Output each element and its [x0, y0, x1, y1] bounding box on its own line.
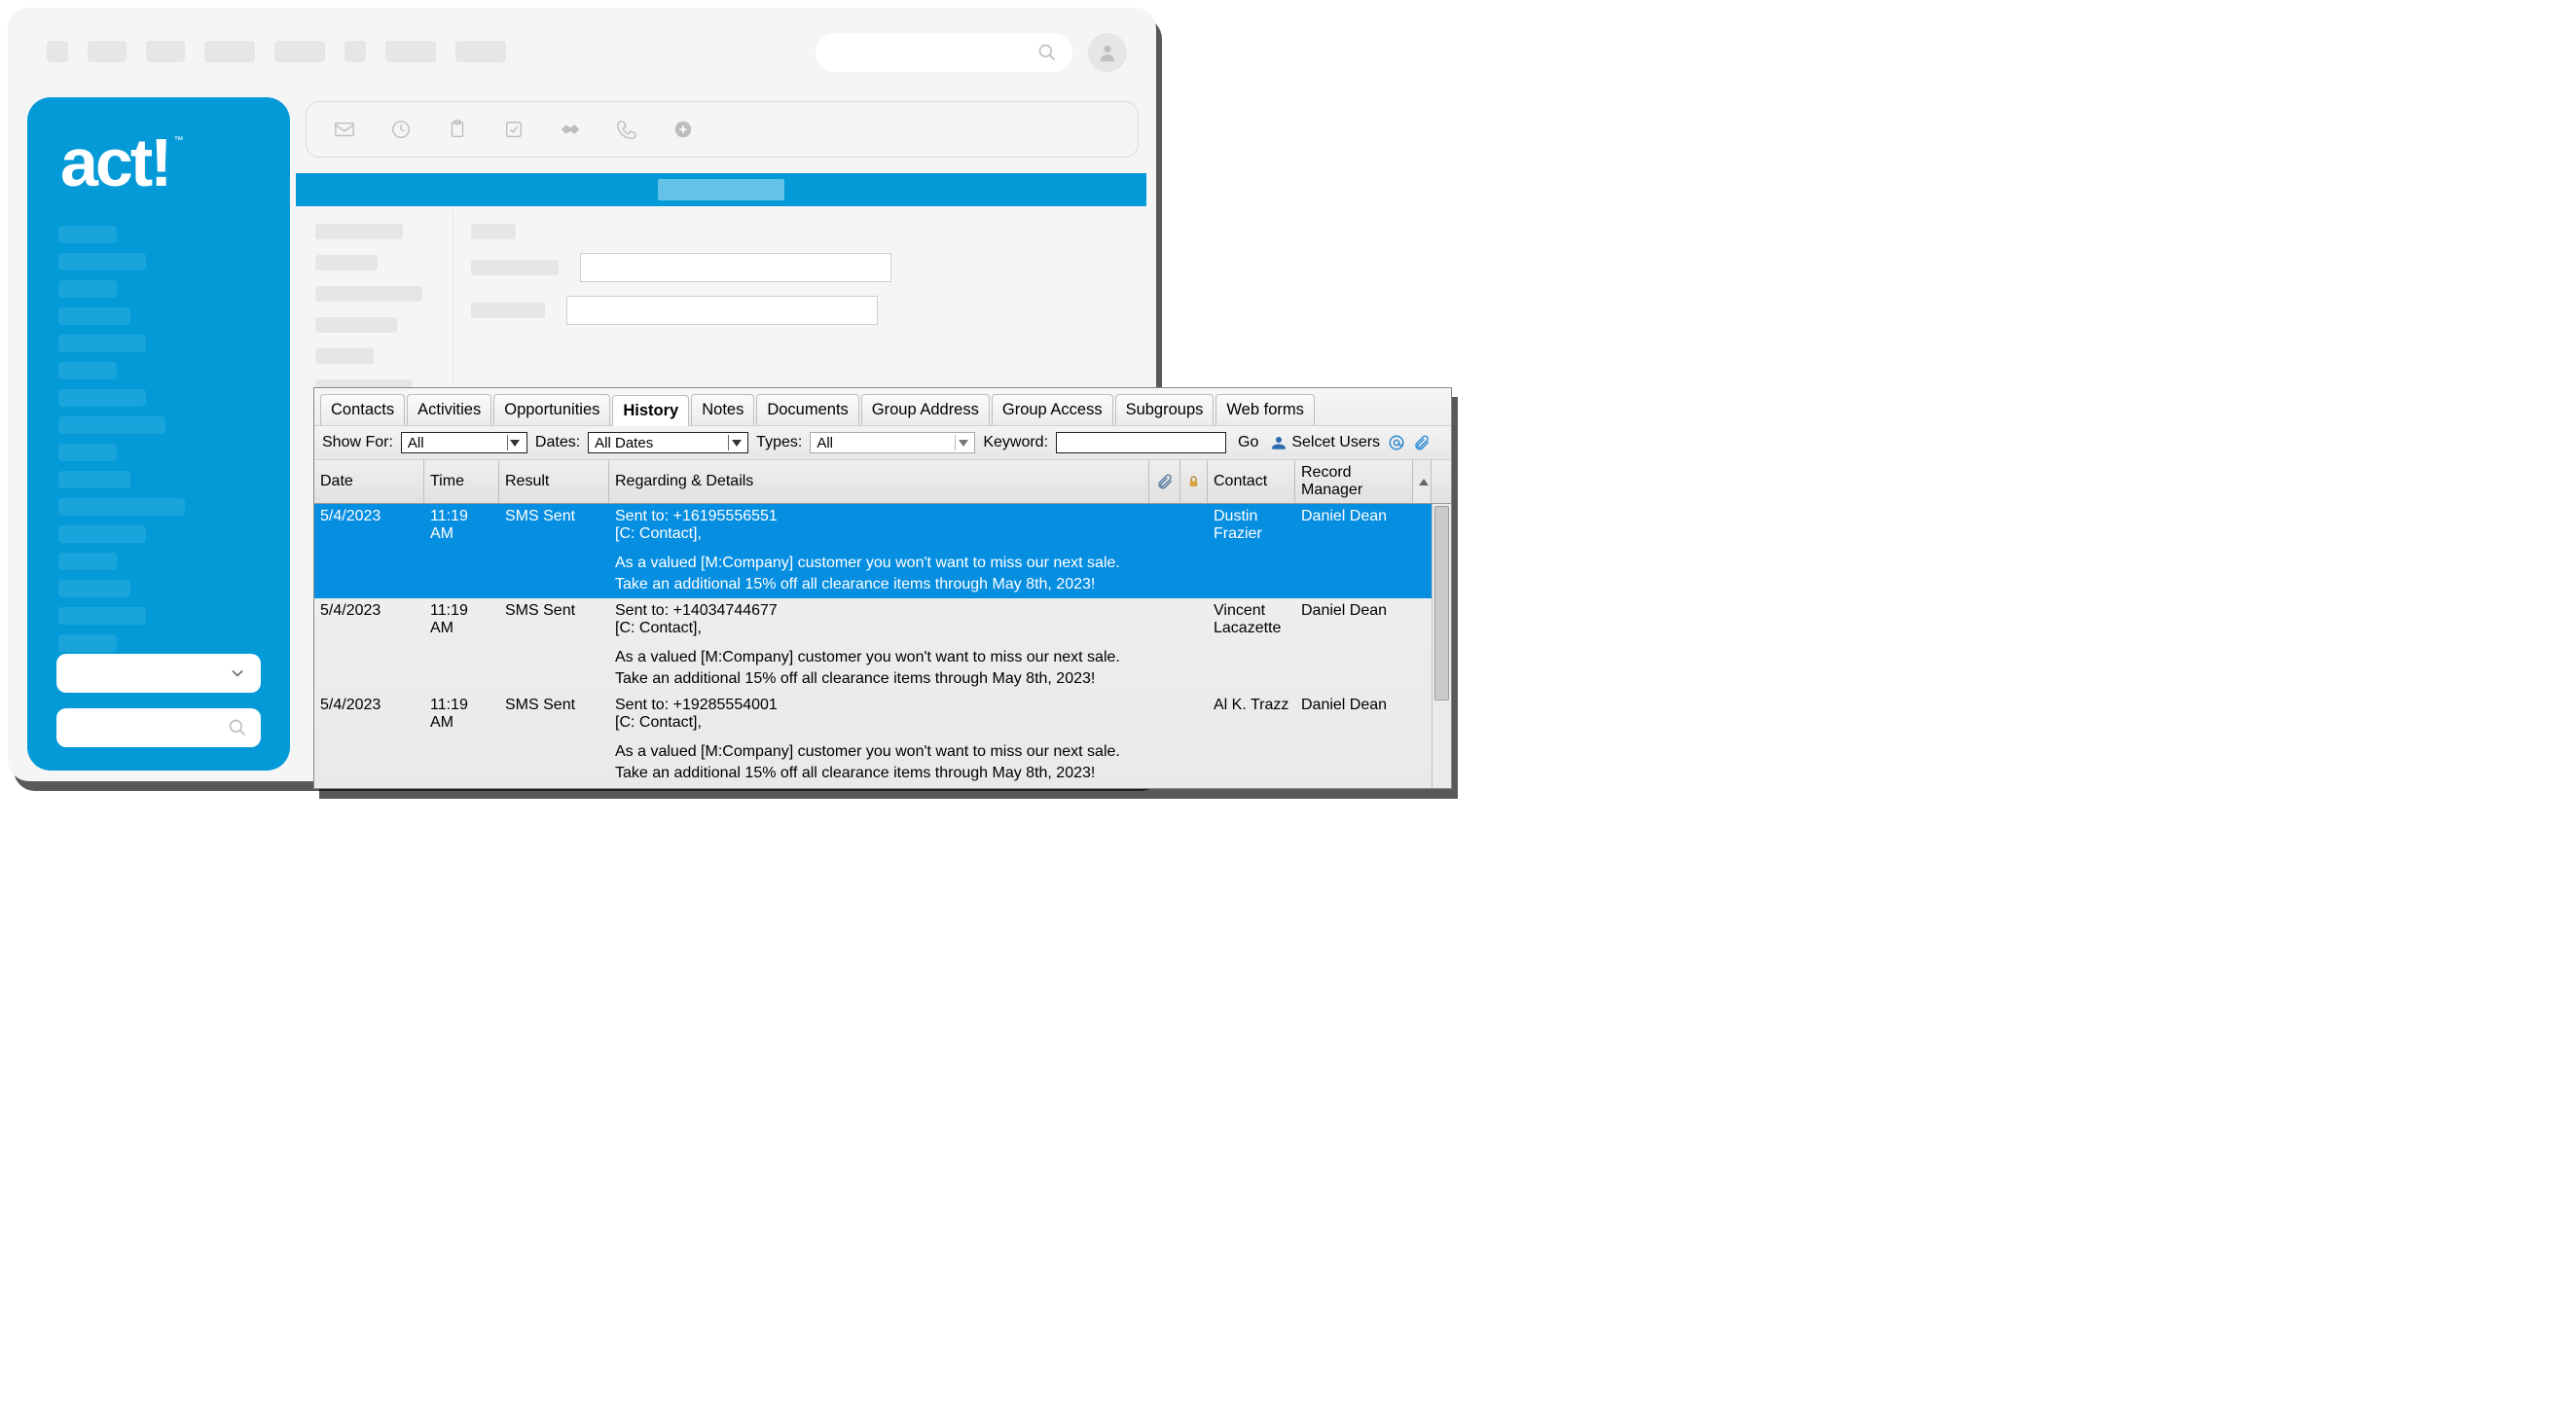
history-grid-body: 5/4/202311:19 AMSMS SentSent to: +161955… — [314, 504, 1451, 788]
sidebar: act!™ — [27, 97, 290, 771]
section-banner — [296, 173, 1146, 206]
at-sign-icon[interactable] — [1388, 434, 1405, 451]
tab-notes[interactable]: Notes — [691, 394, 754, 425]
clipboard-icon[interactable] — [447, 119, 468, 140]
sidebar-nav — [45, 226, 272, 652]
tab-activities[interactable]: Activities — [407, 394, 491, 425]
select-users-button[interactable]: Selcet Users — [1270, 434, 1380, 451]
col-time[interactable]: Time — [424, 460, 499, 503]
lock-icon — [1186, 473, 1201, 490]
detail-tabs: ContactsActivitiesOpportunitiesHistoryNo… — [314, 388, 1451, 425]
form-input-2[interactable] — [566, 296, 878, 325]
col-details[interactable]: Regarding & Details — [609, 460, 1149, 503]
form-input-1[interactable] — [580, 253, 891, 282]
history-row[interactable]: 5/4/202311:19 AMSMS SentSent to: +161955… — [314, 504, 1451, 598]
global-search[interactable] — [816, 33, 1072, 72]
plus-circle-icon[interactable] — [672, 119, 694, 140]
search-icon — [228, 718, 247, 737]
tab-subgroups[interactable]: Subgroups — [1115, 394, 1215, 425]
mail-icon[interactable] — [334, 119, 355, 140]
tab-group-access[interactable]: Group Access — [992, 394, 1113, 425]
col-record-manager[interactable]: Record Manager — [1295, 460, 1412, 503]
col-lock[interactable] — [1180, 460, 1208, 503]
types-select[interactable]: All — [810, 432, 975, 453]
tab-group-address[interactable]: Group Address — [861, 394, 990, 425]
handshake-icon[interactable] — [560, 119, 581, 140]
attachment-icon — [1156, 473, 1174, 490]
phone-icon[interactable] — [616, 119, 637, 140]
history-panel: ContactsActivitiesOpportunitiesHistoryNo… — [313, 387, 1452, 789]
search-icon — [1037, 43, 1057, 62]
sidebar-search[interactable] — [56, 708, 261, 747]
col-date[interactable]: Date — [314, 460, 424, 503]
user-icon — [1270, 434, 1288, 451]
user-avatar[interactable] — [1088, 33, 1127, 72]
col-attachment[interactable] — [1149, 460, 1180, 503]
col-result[interactable]: Result — [499, 460, 609, 503]
tab-documents[interactable]: Documents — [756, 394, 858, 425]
history-filter-bar: Show For: All Dates: All Dates Types: Al… — [314, 425, 1451, 460]
sidebar-select[interactable] — [56, 654, 261, 693]
user-icon — [1097, 42, 1118, 63]
clock-icon[interactable] — [390, 119, 412, 140]
show-for-select[interactable]: All — [401, 432, 527, 453]
dates-select[interactable]: All Dates — [588, 432, 748, 453]
app-logo: act!™ — [60, 128, 272, 197]
keyword-input[interactable] — [1056, 432, 1226, 453]
types-label: Types: — [756, 434, 802, 451]
checkbox-icon[interactable] — [503, 119, 525, 140]
tab-history[interactable]: History — [612, 395, 689, 426]
go-button[interactable]: Go — [1234, 434, 1262, 451]
col-contact[interactable]: Contact — [1208, 460, 1295, 503]
show-for-label: Show For: — [322, 434, 393, 451]
keyword-label: Keyword: — [983, 434, 1048, 451]
history-row[interactable]: 5/4/202311:19 AMSMS SentSent to: +140347… — [314, 598, 1451, 693]
scrollbar-thumb[interactable] — [1434, 506, 1449, 700]
action-toolbar — [306, 101, 1139, 158]
dates-label: Dates: — [535, 434, 580, 451]
scrollbar[interactable] — [1432, 504, 1451, 788]
chevron-down-icon — [228, 664, 247, 683]
tab-web-forms[interactable]: Web forms — [1215, 394, 1314, 425]
attachment-icon[interactable] — [1413, 434, 1431, 451]
top-menu-skeleton — [47, 41, 506, 62]
history-row[interactable]: 5/4/202311:19 AMSMS SentSent to: +192855… — [314, 693, 1451, 787]
tab-contacts[interactable]: Contacts — [320, 394, 405, 425]
col-scroll-gutter — [1412, 460, 1432, 503]
tab-opportunities[interactable]: Opportunities — [493, 394, 610, 425]
history-grid-header: Date Time Result Regarding & Details Con… — [314, 460, 1451, 504]
